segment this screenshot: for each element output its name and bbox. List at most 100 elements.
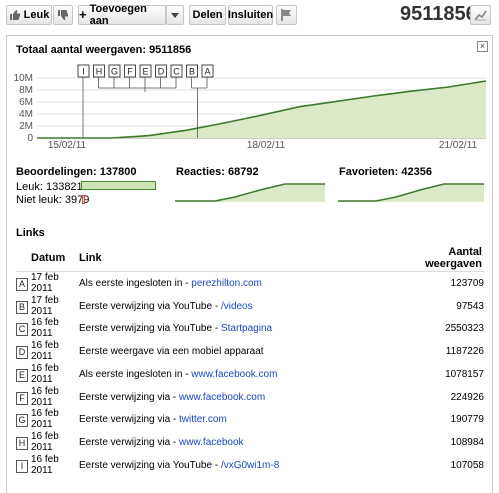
likes-bar	[81, 181, 156, 190]
link-url[interactable]: www.facebook	[179, 437, 243, 448]
link-marker-letter: I	[16, 459, 28, 473]
link-date-day: 16 feb	[31, 385, 59, 397]
link-views: 190779	[450, 414, 484, 426]
dislike-button[interactable]	[53, 5, 73, 25]
link-marker-letter: D	[16, 346, 28, 360]
link-date-day: 16 feb	[31, 408, 59, 420]
event-marker[interactable]: F	[124, 64, 136, 78]
link-date: 17 feb 2011	[31, 295, 71, 317]
event-marker-letter: C	[173, 67, 180, 77]
table-row: B 17 feb 2011 Eerste verwijzing via YouTube…	[7, 295, 494, 318]
link-date: 16 feb 2011	[31, 431, 71, 453]
link-views: 1187226	[445, 346, 484, 358]
dislikes-label: Niet leuk: 3979	[16, 194, 90, 206]
link-description: Eerste verwijzing via YouTube - /videos	[79, 301, 253, 312]
link-text: Eerste verwijzing via -	[79, 414, 180, 426]
y-tick-label: 6M	[19, 97, 33, 108]
plus-icon: +	[79, 7, 87, 22]
embed-label: Insluiten	[227, 9, 274, 21]
link-url[interactable]: www.facebook.com	[191, 369, 277, 380]
link-date-year: 2011	[31, 328, 53, 340]
link-text: Als eerste ingesloten in -	[79, 368, 192, 380]
link-marker-letter: E	[16, 368, 28, 382]
link-date: 17 feb 2011	[31, 272, 71, 294]
link-url[interactable]: /vxG0wi1m-8	[221, 460, 279, 471]
reactions-title: Reacties: 68792	[176, 166, 259, 178]
event-marker[interactable]: E	[139, 64, 152, 78]
event-marker-letter: A	[204, 67, 210, 77]
link-date-year: 2011	[31, 464, 53, 476]
table-row: A 17 feb 2011 Als eerste ingesloten in - pe…	[7, 272, 494, 295]
link-date-day: 16 feb	[31, 317, 59, 329]
link-description: Eerste verwijzing via - www.facebook	[79, 437, 244, 448]
reactions-sparkline	[175, 183, 325, 202]
link-marker-letter: C	[16, 323, 28, 337]
close-icon: ×	[479, 41, 486, 51]
column-header-link: Link	[79, 252, 102, 264]
link-date: 16 feb 2011	[31, 317, 71, 339]
flag-button[interactable]	[276, 5, 297, 25]
link-date-day: 16 feb	[31, 430, 59, 442]
x-tick-label: 21/02/11	[439, 140, 478, 151]
link-views: 108984	[450, 436, 484, 448]
link-url[interactable]: twitter.com	[179, 414, 227, 425]
link-date-year: 2011	[31, 419, 53, 431]
link-views: 97543	[456, 300, 484, 312]
event-marker[interactable]: H	[93, 64, 105, 78]
favorites-title: Favorieten: 42356	[339, 166, 432, 178]
thumbs-down-icon	[58, 10, 68, 20]
table-row: D 16 feb 2011 Eerste weergave via een mobie…	[7, 340, 494, 363]
link-url[interactable]: perezhilton.com	[191, 278, 262, 289]
y-tick-label: 8M	[19, 85, 33, 96]
link-url[interactable]: /videos	[221, 301, 253, 312]
table-row: H 16 feb 2011 Eerste verwijzing via - www.f…	[7, 431, 494, 454]
link-text: Eerste verwijzing via YouTube -	[79, 459, 221, 471]
ratings-title: Beoordelingen: 137800	[16, 166, 137, 178]
link-url[interactable]: www.facebook.com	[179, 392, 265, 403]
link-views: 2550323	[445, 323, 484, 335]
link-marker-letter: A	[16, 278, 28, 291]
link-date-year: 2011	[31, 373, 53, 385]
event-marker-letter: G	[111, 67, 118, 77]
y-tick-label: 10M	[14, 73, 33, 84]
like-button[interactable]: Leuk	[6, 5, 52, 25]
event-marker[interactable]: I	[77, 64, 90, 78]
link-date-day: 17 feb	[31, 272, 59, 283]
link-date-year: 2011	[31, 305, 53, 317]
y-tick-label: 4M	[19, 109, 33, 120]
close-button[interactable]: ×	[477, 41, 488, 52]
x-tick-label: 18/02/11	[247, 140, 286, 151]
statistics-button[interactable]	[470, 5, 491, 25]
table-row: E 16 feb 2011 Als eerste ingesloten in - ww…	[7, 363, 494, 386]
link-marker-letter: H	[16, 436, 28, 450]
link-url[interactable]: Startpagina	[221, 323, 272, 334]
table-row: F 16 feb 2011 Eerste verwijzing via - www.f…	[7, 386, 494, 409]
link-date: 16 feb 2011	[31, 386, 71, 408]
chevron-down-icon	[171, 12, 179, 18]
link-text: Als eerste ingesloten in -	[79, 278, 192, 289]
dislikes-bar	[82, 195, 85, 204]
x-tick-label: 15/02/11	[48, 140, 87, 151]
event-marker-letter: B	[189, 67, 195, 77]
add-to-button[interactable]: + Toevoegen aan	[78, 3, 166, 27]
link-description: Eerste verwijzing via - twitter.com	[79, 414, 227, 425]
table-row: G 16 feb 2011 Eerste verwijzing via - twitt…	[7, 408, 494, 431]
event-marker[interactable]: A	[201, 64, 214, 78]
add-to-dropdown-button[interactable]	[166, 5, 184, 25]
link-marker-letter: F	[16, 391, 28, 405]
event-marker[interactable]: G	[108, 64, 121, 78]
link-description: Eerste weergave via een mobiel apparaat	[79, 346, 264, 357]
link-marker-letter: B	[16, 300, 28, 314]
link-date-day: 16 feb	[31, 453, 59, 465]
embed-button[interactable]: Insluiten	[228, 5, 273, 25]
link-date-day: 16 feb	[31, 340, 59, 352]
table-row: C 16 feb 2011 Eerste verwijzing via YouTube…	[7, 317, 494, 340]
link-text: Eerste verwijzing via YouTube -	[79, 300, 221, 312]
link-views: 224926	[450, 391, 484, 403]
column-header-views-line2: weergaven	[425, 258, 482, 270]
event-marker[interactable]: B	[186, 64, 198, 78]
share-button[interactable]: Delen	[189, 5, 226, 25]
event-marker[interactable]: C	[170, 64, 183, 78]
event-marker[interactable]: D	[155, 64, 167, 78]
y-tick-label: 2M	[19, 121, 33, 132]
